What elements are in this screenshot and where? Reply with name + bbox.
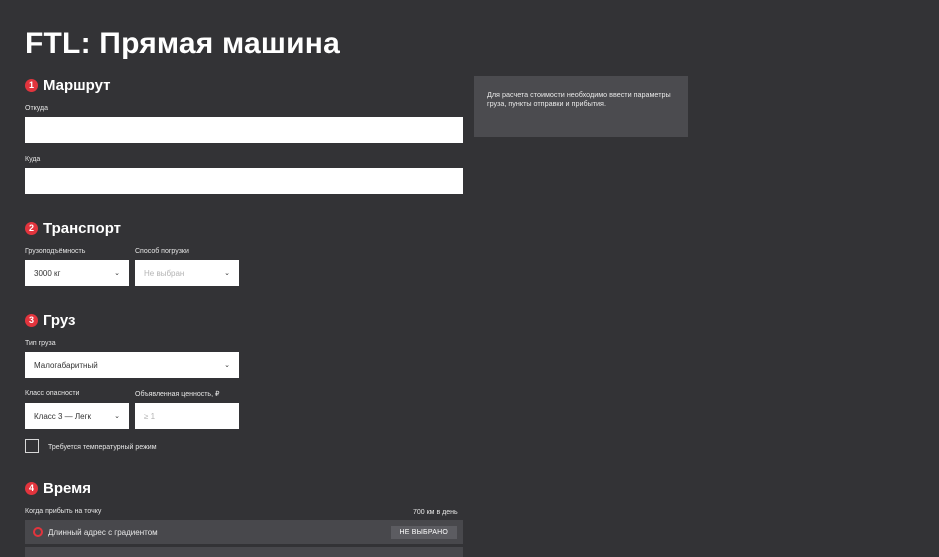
cargo-type-select[interactable]: Малогабаритный ⌄ [25, 352, 239, 378]
arrive-label: Когда прибыть на точку [25, 508, 102, 515]
section-time-title: Время [43, 479, 91, 497]
chevron-down-icon: ⌄ [114, 413, 120, 420]
declared-value-label: Объявленная ценность, ₽ [135, 391, 220, 398]
section-route-title: Маршрут [43, 76, 111, 94]
to-label: Куда [25, 156, 41, 163]
capacity-select[interactable]: 3000 кг ⌄ [25, 260, 129, 286]
step-number-3: 3 [25, 313, 38, 327]
section-transport-heading: 2 Транспорт [25, 219, 121, 237]
cargo-type-label: Тип груза [25, 340, 56, 347]
info-panel: Для расчета стоимости необходимо ввести … [474, 76, 688, 137]
hazard-value: Класс 3 — Легк [34, 411, 92, 421]
speed-note: 700 км в день [413, 509, 458, 516]
section-route-heading: 1 Маршрут [25, 76, 111, 94]
radio-circle-icon[interactable] [33, 527, 43, 537]
loading-label: Способ погрузки [135, 248, 189, 255]
chevron-down-icon: ⌄ [224, 362, 230, 369]
step-number-4: 4 [25, 481, 38, 495]
step-number-2: 2 [25, 221, 38, 235]
to-input[interactable] [25, 168, 463, 194]
cargo-type-value: Малогабаритный [34, 360, 98, 370]
section-time-heading: 4 Время [25, 479, 91, 497]
address-row-next [25, 547, 463, 557]
temperature-label: Требуется температурный режим [48, 444, 157, 451]
hazard-select[interactable]: Класс 3 — Легк ⌄ [25, 403, 129, 429]
chevron-down-icon: ⌄ [114, 270, 120, 277]
chevron-down-icon: ⌄ [224, 270, 230, 277]
loading-select[interactable]: Не выбран ⌄ [135, 260, 239, 286]
page-title: FTL: Прямая машина [25, 27, 340, 60]
loading-value: Не выбран [144, 268, 185, 278]
status-badge[interactable]: НЕ ВЫБРАНО [390, 526, 457, 539]
address-text: Длинный адрес с градиентом [48, 527, 158, 537]
capacity-value: 3000 кг [34, 268, 61, 278]
section-cargo-heading: 3 Груз [25, 311, 76, 329]
address-row[interactable]: Длинный адрес с градиентом НЕ ВЫБРАНО [25, 520, 463, 544]
from-label: Откуда [25, 105, 49, 112]
declared-value-input[interactable]: ≥ 1 [135, 403, 239, 429]
step-number-1: 1 [25, 78, 38, 92]
from-input[interactable] [25, 117, 463, 143]
hazard-label: Класс опасности [25, 390, 80, 397]
section-cargo-title: Груз [43, 311, 76, 329]
section-transport-title: Транспорт [43, 219, 122, 237]
declared-value-placeholder: ≥ 1 [144, 411, 156, 421]
capacity-label: Грузоподъёмность [25, 248, 86, 255]
temperature-checkbox[interactable] [25, 439, 39, 453]
